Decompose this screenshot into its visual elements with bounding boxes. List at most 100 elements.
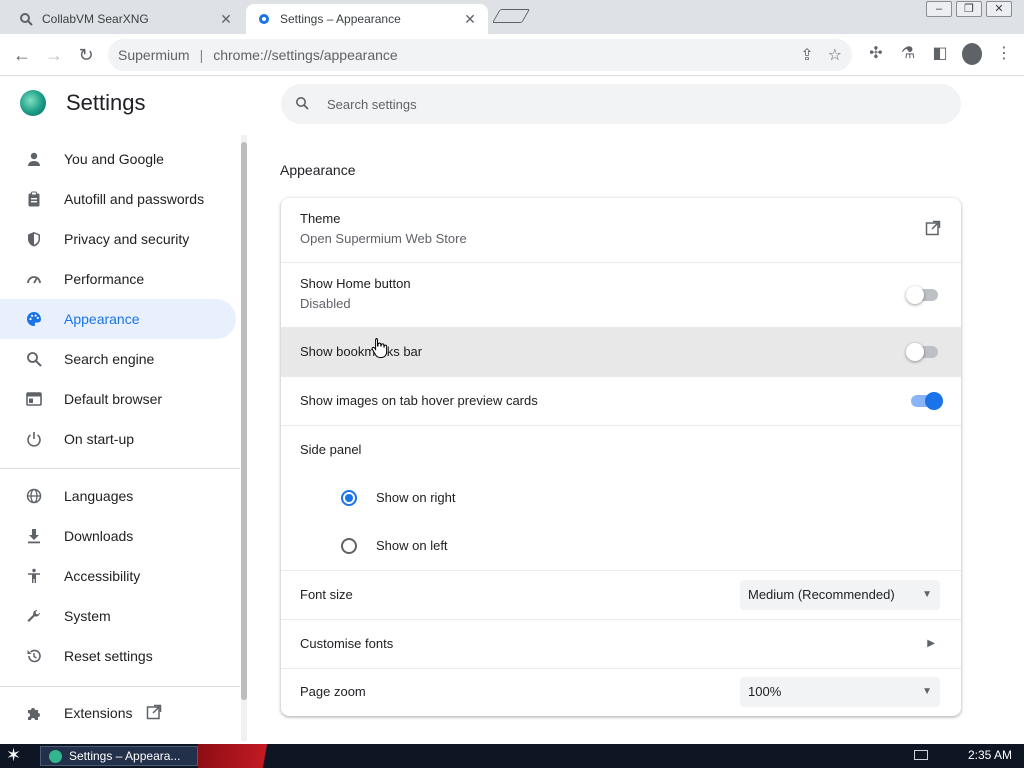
tab-settings-appearance[interactable]: Settings – Appearance ✕ [246,4,488,34]
side-panel-icon[interactable]: ◧ [930,43,950,70]
bookmarks-bar-label: Show bookmarks bar [300,344,423,359]
sidebar-item-reset-settings[interactable]: Reset settings [0,636,236,676]
sidebar-item-label: Autofill and passwords [64,191,205,207]
customise-fonts-label: Customise fonts [300,636,394,651]
os-taskbar: ✶ Settings – Appeara... 2:35 AM [0,744,1024,768]
search-icon [295,96,313,113]
font-size-row: Font size Medium (Recommended) ▼ [281,570,961,619]
dropdown-caret-icon: ▼ [922,589,932,600]
dropdown-caret-icon: ▼ [922,686,932,697]
tab-hover-row[interactable]: Show images on tab hover preview cards [281,376,961,425]
sidebar-divider [0,686,240,687]
sidebar-item-appearance[interactable]: Appearance [0,299,236,339]
settings-sidebar: You and Google Autofill and passwords Pr… [0,139,240,744]
sidebar-item-search-engine[interactable]: Search engine [0,339,236,379]
tab-collabvm-searxng[interactable]: CollabVM SearXNG ✕ [8,4,244,34]
bookmarks-bar-toggle[interactable] [906,343,938,361]
close-window-button[interactable]: ✕ [986,1,1012,17]
sidebar-item-on-startup[interactable]: On start-up [0,419,236,459]
sidebar-item-system[interactable]: System [0,596,236,636]
home-button-row[interactable]: Show Home button Disabled [281,262,961,327]
page-zoom-select[interactable]: 100% ▼ [740,677,940,707]
appearance-card: Theme Open Supermium Web Store Show Home… [281,198,961,716]
taskbar-clock: 2:35 AM [968,748,1013,762]
sidebar-item-extensions[interactable]: Extensions [0,693,236,733]
home-button-label: Show Home button [300,276,411,291]
sidebar-item-languages[interactable]: Languages [0,476,236,516]
sidebar-item-label: On start-up [64,431,135,447]
customise-fonts-row[interactable]: Customise fonts ▶ [281,619,961,668]
reload-icon[interactable]: ↻ [74,43,98,67]
supermium-logo-icon [20,90,46,116]
taskbar-window-title: Settings – Appeara... [69,749,181,763]
address-bar[interactable]: Supermium | chrome://settings/appearance… [108,39,852,71]
sidebar-item-downloads[interactable]: Downloads [0,516,236,556]
sidebar-item-performance[interactable]: Performance [0,259,236,299]
taskbar-decoration [198,744,308,768]
tab-strip: CollabVM SearXNG ✕ Settings – Appearance… [0,0,1024,34]
share-icon[interactable]: ⇪ [800,45,813,65]
sidebar-item-you-and-google[interactable]: You and Google [0,139,236,179]
theme-label: Theme [300,211,341,226]
sidebar-item-label: Default browser [64,391,163,407]
sidebar-item-label: Performance [64,271,145,287]
new-tab-button[interactable] [491,9,531,23]
back-arrow-icon[interactable]: ← [10,43,34,67]
sidebar-item-label: Search engine [64,351,155,367]
open-in-new-icon [146,704,162,723]
side-panel-left-radio[interactable] [341,538,357,554]
minimize-button[interactable]: – [926,1,952,17]
sidebar-item-label: You and Google [64,151,164,167]
side-panel-right-label[interactable]: Show on right [376,490,456,505]
shield-icon [24,229,44,249]
theme-row[interactable]: Theme Open Supermium Web Store [281,198,961,262]
chevron-right-icon: ▶ [927,638,935,649]
tab-hover-toggle[interactable] [911,392,943,410]
search-icon [24,349,44,369]
page-zoom-label: Page zoom [300,684,366,699]
side-panel-left-label[interactable]: Show on left [376,538,448,553]
restore-button[interactable]: ❐ [956,1,982,17]
search-input[interactable]: Search settings [281,84,961,124]
sidebar-item-label: Appearance [64,311,140,327]
search-placeholder: Search settings [327,96,417,112]
page-zoom-value: 100% [748,684,782,699]
reset-icon [24,646,44,666]
open-in-new-icon[interactable] [925,220,941,241]
theme-sublabel: Open Supermium Web Store [300,231,467,246]
font-size-value: Medium (Recommended) [748,587,895,602]
menu-kebab-icon[interactable]: ⋮ [994,43,1014,70]
close-tab-icon[interactable]: ✕ [462,11,478,27]
wrench-icon [24,606,44,626]
site-name: Supermium [118,47,190,63]
bookmark-star-icon[interactable]: ☆ [828,45,842,65]
home-button-toggle[interactable] [906,286,938,304]
sidebar-item-label: Languages [64,488,134,504]
sidebar-item-label: System [64,608,111,624]
sidebar-item-default-browser[interactable]: Default browser [0,379,236,419]
sidebar-scrollbar-thumb[interactable] [241,142,247,700]
tab-title: Settings – Appearance [280,12,401,26]
labs-flask-icon[interactable]: ⚗ [898,43,918,70]
sidebar-divider [0,468,240,469]
taskbar-window-button[interactable]: Settings – Appeara... [40,746,198,766]
side-panel-row: Side panel Show on right Show on left [281,425,961,570]
address-separator: | [199,47,204,63]
side-panel-right-radio[interactable] [341,490,357,506]
sidebar-item-autofill[interactable]: Autofill and passwords [0,179,236,219]
sidebar-item-privacy[interactable]: Privacy and security [0,219,236,259]
home-button-sublabel: Disabled [300,296,351,311]
keyboard-tray-icon[interactable] [914,750,928,760]
start-star-icon[interactable]: ✶ [6,745,21,766]
power-icon [24,429,44,449]
forward-arrow-icon[interactable]: → [42,43,66,67]
close-tab-icon[interactable]: ✕ [218,11,234,27]
extensions-puzzle-icon[interactable]: ✣ [866,43,886,70]
font-size-select[interactable]: Medium (Recommended) ▼ [740,580,940,610]
puzzle-icon [24,703,44,723]
supermium-taskbar-icon [49,750,62,763]
profile-avatar-icon[interactable] [962,43,982,70]
accessibility-icon [24,566,44,586]
sidebar-item-accessibility[interactable]: Accessibility [0,556,236,596]
download-icon [24,526,44,546]
